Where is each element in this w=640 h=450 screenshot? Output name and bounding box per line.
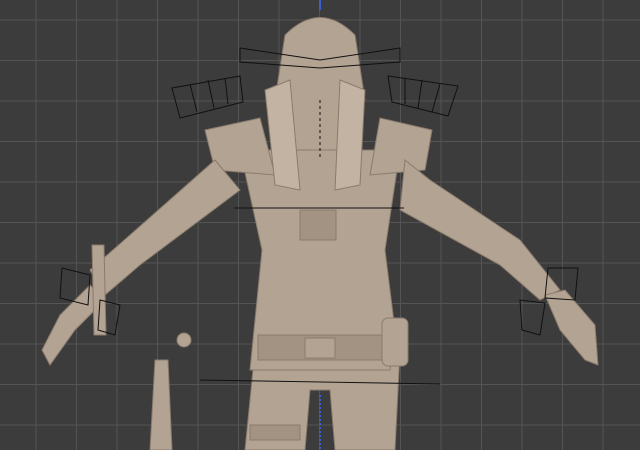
model-right-arm	[399, 159, 561, 301]
right-shoulder-gizmo	[387, 75, 459, 117]
model-holster	[381, 317, 409, 367]
model-left-arm	[89, 159, 241, 296]
model-right-hand	[544, 289, 599, 366]
model-hair-right	[334, 79, 366, 191]
character-model[interactable]	[41, 17, 599, 450]
model-thigh-strap	[249, 424, 301, 441]
3d-viewport[interactable]	[0, 0, 640, 450]
model-chest-plate	[299, 209, 337, 241]
left-shoulder-gizmo	[171, 75, 244, 119]
model-right-shoulder	[369, 117, 433, 176]
model-small-part	[176, 332, 192, 348]
model-pistol-floor	[149, 359, 173, 450]
viewport-canvas[interactable]	[0, 0, 640, 450]
model-belt-buckle	[304, 337, 336, 359]
